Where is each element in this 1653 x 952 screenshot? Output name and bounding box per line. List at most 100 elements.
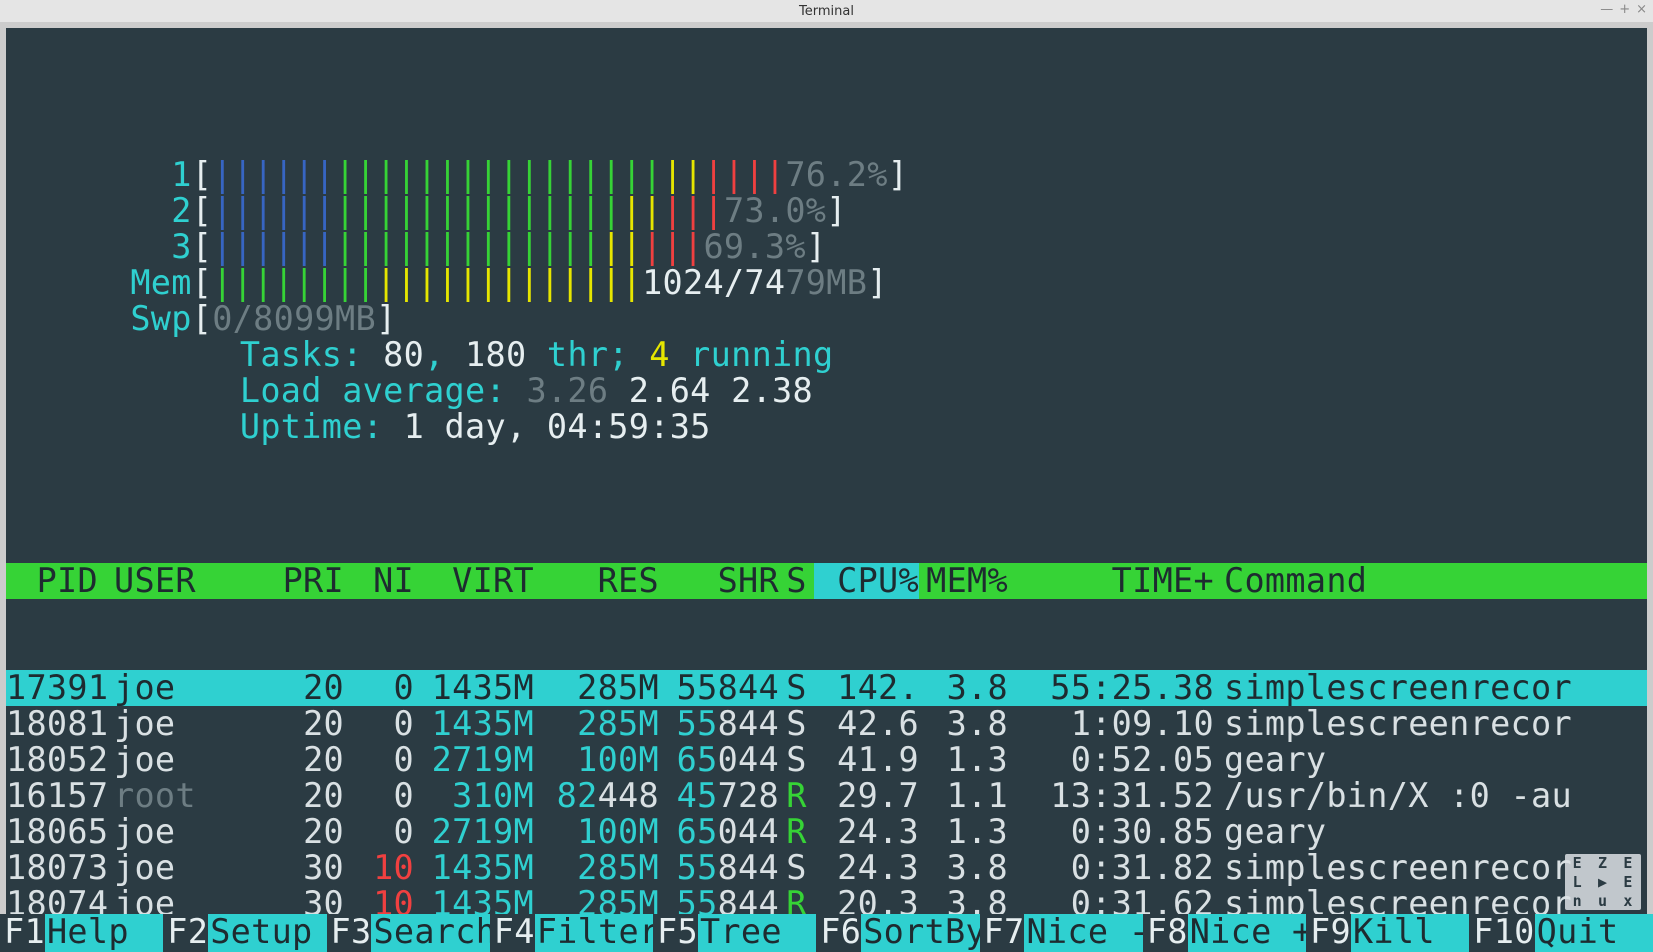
- load-average: Load average: 3.26 2.64 2.38: [240, 373, 834, 409]
- fkey-action-nice-+[interactable]: Nice +: [1188, 914, 1306, 946]
- cell-mem: 3.8: [919, 706, 1014, 742]
- cell-pri: 20: [254, 778, 344, 814]
- fkey-action-filter[interactable]: Filter: [535, 914, 653, 946]
- cell-ni: 0: [344, 778, 414, 814]
- cell-state: S: [779, 742, 814, 778]
- fkey-action-help[interactable]: Help: [45, 914, 163, 946]
- column-header-pid[interactable]: PID: [6, 563, 106, 599]
- cell-shr: 55844: [659, 850, 779, 886]
- fkey-F2: F2: [163, 914, 208, 946]
- cell-user: joe: [106, 742, 254, 778]
- minimize-icon[interactable]: —: [1600, 2, 1613, 17]
- maximize-icon[interactable]: +: [1619, 2, 1630, 17]
- fkey-action-sortby[interactable]: SortBy: [861, 914, 979, 946]
- cpu-meter-1: 1[||||||||||||||||||||||||||||76.2%]: [110, 157, 908, 193]
- swap-meter: Swp[ 0/8099MB]: [110, 301, 908, 337]
- process-row[interactable]: 18065joe2002719M100M65044R24.31.30:30.85…: [6, 814, 1647, 850]
- cell-mem: 3.8: [919, 850, 1014, 886]
- cell-virt: 310M: [414, 778, 534, 814]
- cell-shr: 65044: [659, 814, 779, 850]
- column-header-res[interactable]: RES: [534, 563, 659, 599]
- column-header-shr[interactable]: SHR: [659, 563, 779, 599]
- cell-virt: 2719M: [414, 814, 534, 850]
- fkey-F1: F1: [6, 914, 45, 946]
- process-row[interactable]: 17391joe2001435M285M55844S142.3.855:25.3…: [6, 670, 1647, 706]
- watermark-logo: EZE L▶E nux: [1565, 854, 1641, 910]
- fkey-action-nice--[interactable]: Nice -: [1024, 914, 1142, 946]
- cell-shr: 65044: [659, 742, 779, 778]
- cell-command: /usr/bin/X :0 -au: [1214, 778, 1647, 814]
- cell-ni: 10: [344, 850, 414, 886]
- process-row[interactable]: 18052joe2002719M100M65044S41.91.30:52.05…: [6, 742, 1647, 778]
- window-title: Terminal: [799, 4, 854, 19]
- fkey-F9: F9: [1306, 914, 1351, 946]
- cell-command: geary: [1214, 742, 1647, 778]
- process-row[interactable]: 16157root200310M8244845728R29.71.113:31.…: [6, 778, 1647, 814]
- fkey-F10: F10: [1469, 914, 1534, 946]
- cell-virt: 2719M: [414, 742, 534, 778]
- process-row[interactable]: 18081joe2001435M285M55844S42.63.81:09.10…: [6, 706, 1647, 742]
- cell-pid: 18073: [6, 850, 106, 886]
- cell-user: root: [106, 778, 254, 814]
- cell-time: 13:31.52: [1014, 778, 1214, 814]
- fkey-action-search[interactable]: Search: [371, 914, 489, 946]
- column-header-pri[interactable]: PRI: [254, 563, 344, 599]
- close-icon[interactable]: ×: [1636, 2, 1647, 17]
- cell-state: S: [779, 670, 814, 706]
- cell-command: simplescreenrecor: [1214, 670, 1647, 706]
- cell-shr: 55844: [659, 670, 779, 706]
- cell-pri: 20: [254, 670, 344, 706]
- cell-command: simplescreenrecor: [1214, 706, 1647, 742]
- column-header-cmd[interactable]: Command: [1214, 563, 1647, 599]
- cell-state: R: [779, 814, 814, 850]
- column-header-cpu[interactable]: CPU%: [814, 563, 919, 599]
- cell-pri: 20: [254, 706, 344, 742]
- cell-shr: 55844: [659, 706, 779, 742]
- column-header-virt[interactable]: VIRT: [414, 563, 534, 599]
- fkey-F6: F6: [816, 914, 861, 946]
- fkey-action-quit[interactable]: Quit: [1535, 914, 1647, 946]
- fkey-F7: F7: [980, 914, 1025, 946]
- cell-mem: 1.3: [919, 742, 1014, 778]
- column-header-s[interactable]: S: [779, 563, 814, 599]
- terminal-viewport[interactable]: 1[||||||||||||||||||||||||||||76.2%] 2[|…: [6, 28, 1647, 946]
- fkey-action-kill[interactable]: Kill: [1351, 914, 1469, 946]
- process-row[interactable]: 18073joe30101435M285M55844S24.33.80:31.8…: [6, 850, 1647, 886]
- cell-cpu: 24.3: [814, 814, 919, 850]
- cell-pri: 20: [254, 814, 344, 850]
- cell-time: 0:52.05: [1014, 742, 1214, 778]
- column-header-ni[interactable]: NI: [344, 563, 414, 599]
- cell-mem: 1.3: [919, 814, 1014, 850]
- column-header-mem[interactable]: MEM%: [919, 563, 1014, 599]
- column-header-user[interactable]: USER: [106, 563, 254, 599]
- cell-time: 1:09.10: [1014, 706, 1214, 742]
- cell-pid: 18052: [6, 742, 106, 778]
- uptime: Uptime: 1 day, 04:59:35: [240, 409, 834, 445]
- cell-pid: 17391: [6, 670, 106, 706]
- cell-virt: 1435M: [414, 850, 534, 886]
- cell-virt: 1435M: [414, 670, 534, 706]
- cell-cpu: 24.3: [814, 850, 919, 886]
- cell-time: 55:25.38: [1014, 670, 1214, 706]
- cell-res: 285M: [534, 706, 659, 742]
- cell-cpu: 142.: [814, 670, 919, 706]
- cell-pid: 16157: [6, 778, 106, 814]
- cell-shr: 45728: [659, 778, 779, 814]
- cell-state: S: [779, 850, 814, 886]
- cell-pid: 18081: [6, 706, 106, 742]
- column-header-time[interactable]: TIME+: [1014, 563, 1214, 599]
- column-header-row[interactable]: PIDUSERPRINIVIRTRESSHRSCPU%MEM%TIME+Comm…: [6, 563, 1647, 599]
- function-key-bar: F1HelpF2SetupF3SearchF4FilterF5TreeF6Sor…: [6, 914, 1647, 946]
- window-titlebar[interactable]: Terminal — + ×: [0, 0, 1653, 22]
- cell-pid: 18065: [6, 814, 106, 850]
- fkey-action-setup[interactable]: Setup: [208, 914, 326, 946]
- fkey-F4: F4: [490, 914, 535, 946]
- cell-ni: 0: [344, 706, 414, 742]
- cell-res: 285M: [534, 670, 659, 706]
- cell-mem: 1.1: [919, 778, 1014, 814]
- cpu-meter-2: 2[||||||||||||||||||||||||| 73.0%]: [110, 193, 908, 229]
- cell-user: joe: [106, 670, 254, 706]
- cell-cpu: 41.9: [814, 742, 919, 778]
- cell-pri: 20: [254, 742, 344, 778]
- fkey-action-tree[interactable]: Tree: [698, 914, 816, 946]
